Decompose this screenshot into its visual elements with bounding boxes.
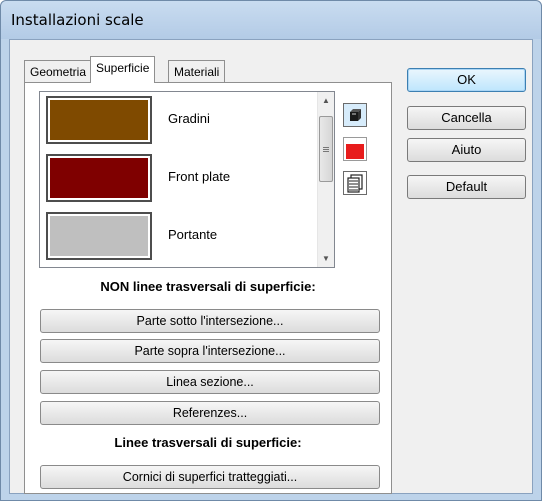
scroll-down-arrow-icon[interactable]: ▼ bbox=[318, 250, 334, 267]
surface-list[interactable]: Gradini Front plate Portante ▲ ▼ bbox=[39, 91, 335, 268]
ok-button[interactable]: OK bbox=[407, 68, 526, 92]
grip-icon bbox=[323, 147, 329, 152]
cancel-button[interactable]: Cancella bbox=[407, 106, 526, 130]
window-title: Installazioni scale bbox=[11, 11, 144, 29]
color-fill-icon[interactable] bbox=[343, 137, 367, 161]
cornici-tratteggiati-button[interactable]: Cornici di superfici tratteggiati... bbox=[40, 465, 380, 489]
list-item[interactable]: Portante bbox=[42, 209, 316, 264]
parte-sopra-button[interactable]: Parte sopra l'intersezione... bbox=[40, 339, 380, 363]
hatch-layers-icon[interactable] bbox=[343, 171, 367, 195]
title-bar[interactable]: Installazioni scale bbox=[1, 1, 541, 39]
list-scrollbar[interactable]: ▲ ▼ bbox=[317, 92, 334, 267]
parte-sotto-button[interactable]: Parte sotto l'intersezione... bbox=[40, 309, 380, 333]
linea-sezione-button[interactable]: Linea sezione... bbox=[40, 370, 380, 394]
section-heading-non-transversal: NON linee trasversali di superficie: bbox=[100, 279, 316, 294]
surface-label: Gradini bbox=[168, 111, 210, 126]
surface-label: Front plate bbox=[168, 169, 231, 184]
list-item[interactable]: Gradini bbox=[42, 93, 316, 148]
scroll-up-arrow-icon[interactable]: ▲ bbox=[318, 92, 334, 109]
default-button[interactable]: Default bbox=[407, 175, 526, 199]
tab-geometria[interactable]: Geometria bbox=[24, 60, 93, 84]
section-heading-transversal: Linee trasversali di superficie: bbox=[114, 435, 302, 450]
list-item[interactable]: Front plate bbox=[42, 151, 316, 206]
surface-label: Portante bbox=[168, 227, 218, 242]
surface-color-swatch bbox=[46, 154, 152, 202]
tab-superficie[interactable]: Superficie bbox=[90, 56, 156, 83]
surface-color-swatch bbox=[46, 212, 152, 260]
surface-color-swatch bbox=[46, 96, 152, 144]
tab-materiali[interactable]: Materiali bbox=[168, 60, 226, 84]
dialog-window: Installazioni scale Geometria Superficie… bbox=[0, 0, 542, 501]
scrollbar-thumb[interactable] bbox=[319, 116, 333, 182]
help-button[interactable]: Aiuto bbox=[407, 138, 526, 162]
tab-panel-superficie: Gradini Front plate Portante ▲ ▼ NON lin… bbox=[24, 82, 392, 494]
dialog-client-area: Geometria Superficie Materiali Gradini F… bbox=[9, 39, 533, 494]
3d-cube-icon[interactable] bbox=[343, 103, 367, 127]
referenzes-button[interactable]: Referenzes... bbox=[40, 401, 380, 425]
